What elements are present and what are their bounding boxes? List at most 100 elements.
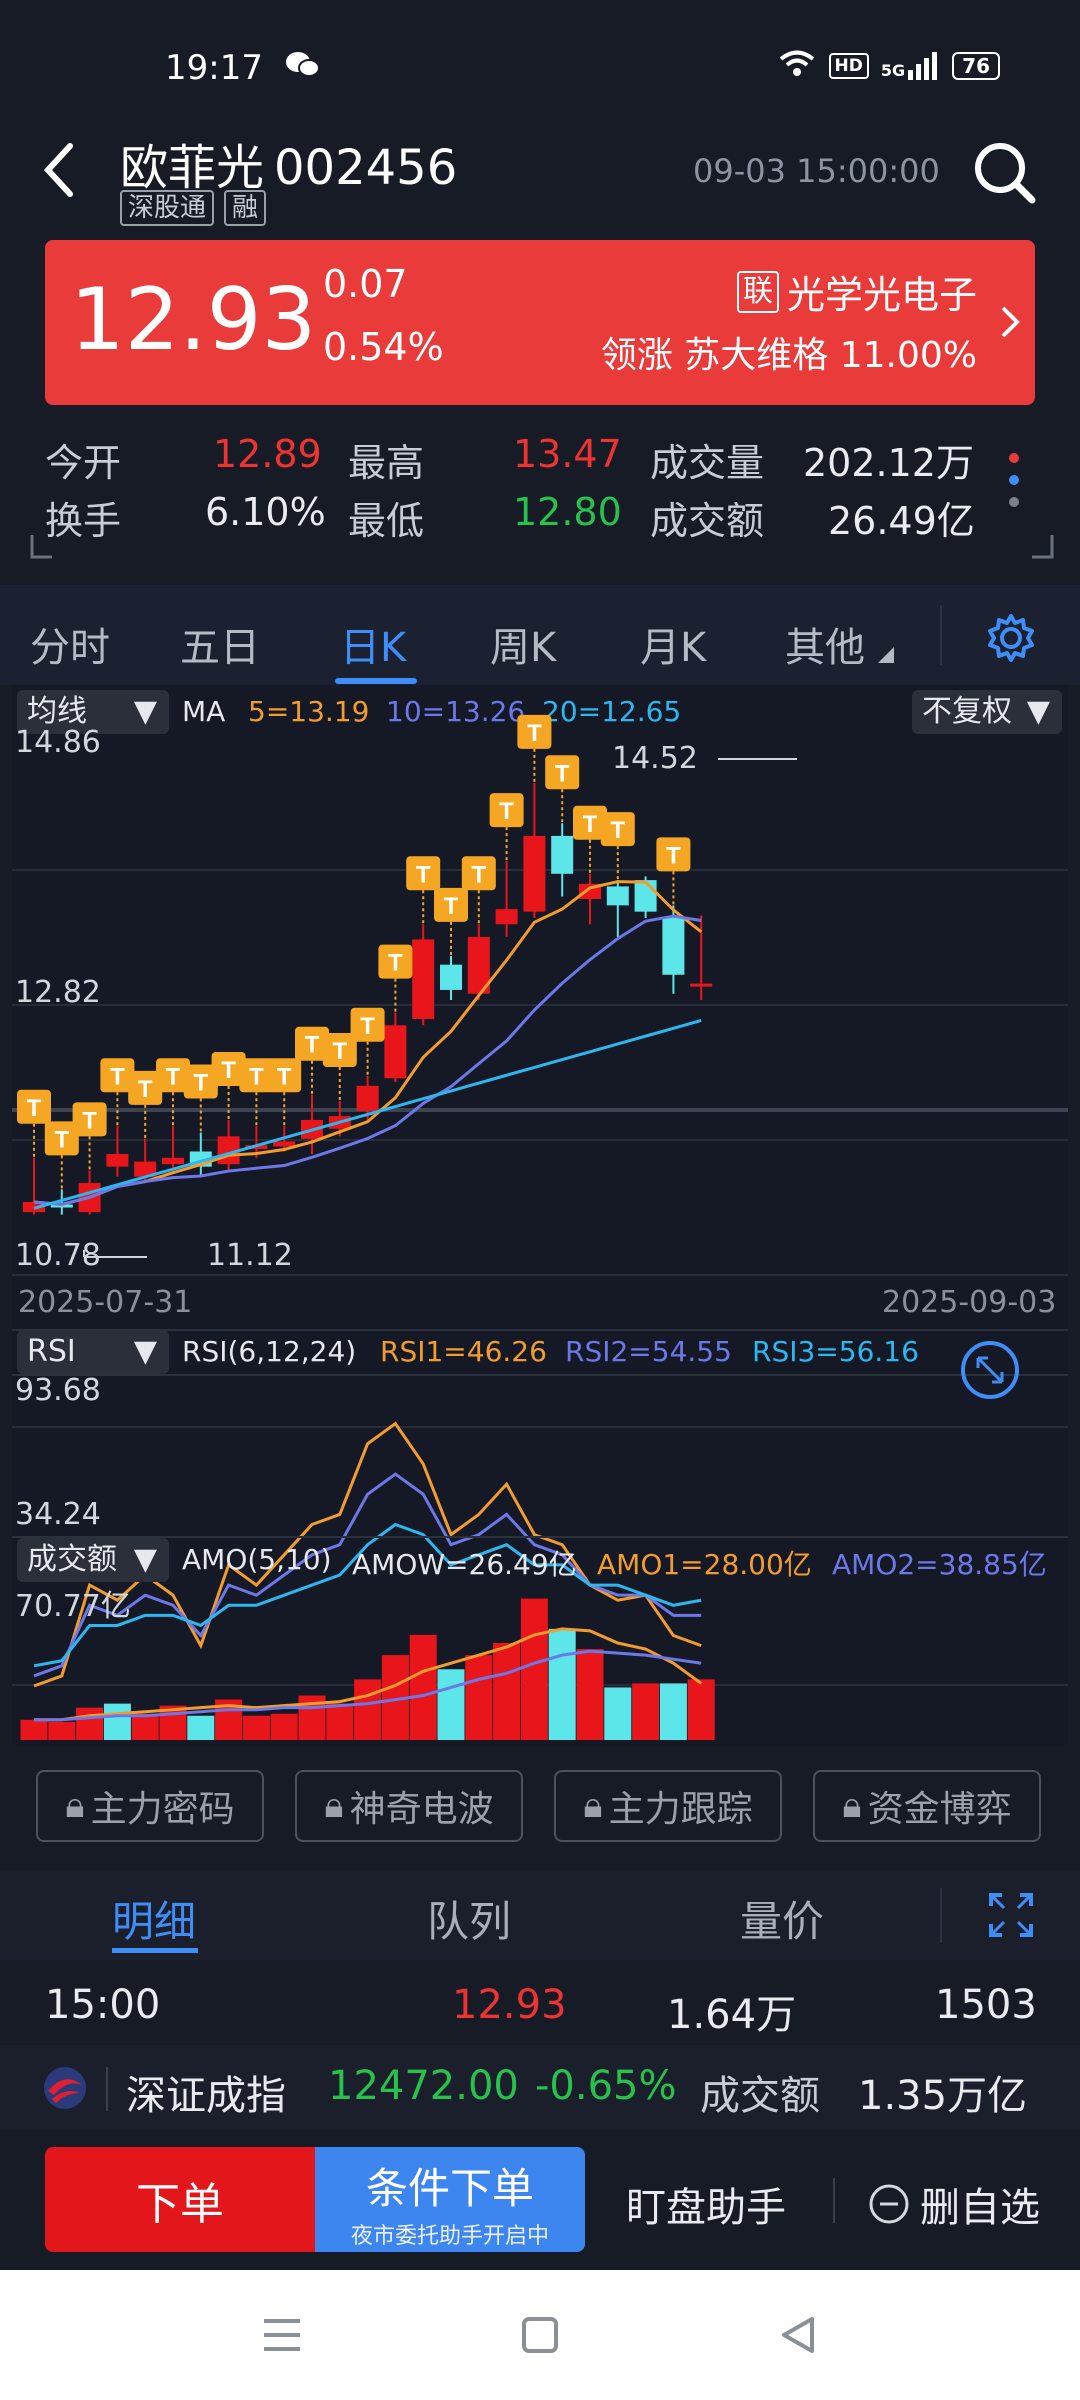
- home-icon[interactable]: [520, 2315, 560, 2359]
- amo-bar: [465, 1655, 493, 1740]
- hd-badge: HD: [828, 52, 869, 79]
- t-marker-label: T: [610, 817, 625, 844]
- candlestick: [384, 1025, 407, 1079]
- stat-label-high: 最高: [348, 441, 425, 485]
- active-detail-underline: [112, 1948, 198, 1953]
- conditional-order-button[interactable]: 条件下单 夜市委托助手开启中: [315, 2147, 585, 2252]
- fullscreen-icon[interactable]: [988, 1892, 1034, 1942]
- rsi3-value: RSI3=56.16: [752, 1335, 919, 1368]
- candlestick: [606, 886, 629, 906]
- t-marker-label: T: [416, 861, 431, 888]
- candlestick: [634, 880, 657, 912]
- lock-icon: 🔒︎: [65, 1785, 85, 1826]
- tab-fenshi[interactable]: 分时: [30, 615, 110, 673]
- t-marker-label: T: [166, 1063, 181, 1090]
- amo-bar: [520, 1598, 548, 1740]
- t-marker-label: T: [305, 1032, 320, 1059]
- index-name: 深证成指: [126, 2073, 286, 2119]
- stock-name: 欧菲光: [120, 140, 265, 196]
- back-nav-icon[interactable]: [778, 2315, 818, 2359]
- amo-bar: [576, 1649, 604, 1740]
- back-icon[interactable]: [40, 140, 80, 204]
- order-button[interactable]: 下单: [45, 2147, 315, 2252]
- rsi-indicator-select[interactable]: RSI ▼: [17, 1330, 169, 1374]
- amo1-value: AMO1=28.00亿: [597, 1548, 812, 1581]
- rsi-axis-top: 93.68: [15, 1373, 101, 1408]
- tab-mingxi[interactable]: 明细: [112, 1888, 196, 1949]
- remove-watchlist-button[interactable]: 删自选: [868, 2175, 1040, 2233]
- period-tabs: 分时 五日 日K 周K 月K 其他: [0, 585, 1080, 685]
- t-marker-label: T: [138, 1076, 153, 1103]
- rsi-axis-bottom: 34.24: [15, 1497, 101, 1532]
- price-banner[interactable]: 12.93 0.07 0.54% 联光学光电子 领涨 苏大维格 11.00%: [45, 240, 1035, 405]
- trade-time: 15:00: [45, 1982, 161, 2028]
- tab-yuek[interactable]: 月K: [640, 615, 706, 673]
- amo-bar: [604, 1687, 632, 1740]
- menu-icon[interactable]: [262, 2315, 302, 2359]
- watch-assistant-button[interactable]: 盯盘助手: [626, 2175, 786, 2233]
- sector-tag: 联: [736, 270, 779, 313]
- amow-value: AMOW=26.49亿: [352, 1548, 577, 1581]
- tag-shenggutong[interactable]: 深股通: [120, 190, 215, 226]
- trade-detail-row: 15:00 12.93 1.64万 1503: [0, 1960, 1080, 2045]
- amo-bar: [659, 1683, 687, 1740]
- price-axis-top: 14.86: [15, 725, 101, 760]
- tab-other[interactable]: 其他: [785, 615, 865, 673]
- battery-icon: 76: [952, 51, 1000, 80]
- t-marker-label: T: [249, 1063, 264, 1090]
- wechat-icon: [285, 50, 321, 84]
- kline-chart-area[interactable]: 均线 ▼ MA 5=13.19 10=13.26 20=12.65 不复权 ▼ TT…: [12, 685, 1068, 1745]
- detail-tabs: 明细 队列 量价: [0, 1870, 1080, 1960]
- rsi2-value: RSI2=54.55: [565, 1335, 732, 1368]
- tab-liangjia[interactable]: 量价: [740, 1888, 824, 1949]
- expand-diagonal-icon[interactable]: [960, 1340, 1020, 1404]
- chevron-right-icon[interactable]: [999, 302, 1021, 346]
- stat-value-high: 13.47: [513, 432, 622, 476]
- active-tab-underline: [335, 678, 417, 684]
- t-marker-label: T: [277, 1063, 292, 1090]
- candlestick: [162, 1157, 184, 1165]
- amo-bar: [103, 1703, 131, 1740]
- amo-bar: [632, 1683, 660, 1740]
- remove-watchlist-label: 删自选: [920, 2185, 1040, 2231]
- amo-params: AMO(5,10): [182, 1543, 332, 1576]
- amo-bar: [354, 1679, 382, 1740]
- candlestick: [662, 917, 685, 975]
- sector-link[interactable]: 联光学光电子: [736, 264, 977, 319]
- tag-rong[interactable]: 融: [224, 190, 267, 226]
- tab-duilie[interactable]: 队列: [427, 1888, 511, 1949]
- t-marker-label: T: [666, 842, 681, 869]
- tab-wuri[interactable]: 五日: [180, 615, 260, 673]
- signal-icon: 5G: [881, 51, 940, 80]
- amo-indicator-select[interactable]: 成交额 ▼: [17, 1538, 169, 1582]
- stat-value-open: 12.89: [213, 432, 322, 476]
- tool-zhuli-mima[interactable]: 🔒︎ 主力密码: [36, 1770, 264, 1842]
- t-marker-label: T: [444, 893, 459, 920]
- amo-axis-top: 70.77亿: [15, 1589, 131, 1624]
- tab-rik[interactable]: 日K: [340, 615, 406, 673]
- rsi-params: RSI(6,12,24): [182, 1335, 357, 1368]
- t-marker-label: T: [388, 950, 403, 977]
- tool-zhuli-genzong[interactable]: 🔒︎ 主力跟踪: [554, 1770, 782, 1842]
- stat-label-volume: 成交量: [650, 441, 765, 485]
- last-price: 12.93: [70, 270, 317, 370]
- more-dots-icon[interactable]: [1007, 448, 1021, 527]
- tool-shenqi-diangbo[interactable]: 🔒︎ 神奇电波: [295, 1770, 523, 1842]
- price-change: 0.07: [323, 262, 408, 306]
- stat-value-low: 12.80: [513, 490, 622, 534]
- trade-count: 1503: [935, 1982, 1037, 2028]
- t-marker-label: T: [54, 1126, 69, 1153]
- tool-zijin-boyi[interactable]: 🔒︎ 资金博弈: [813, 1770, 1041, 1842]
- high-price-label: 14.52: [612, 741, 698, 776]
- candlestick: [523, 835, 546, 912]
- kline-svg: TTTT T T T T T TT TTTTTTTTTT TT: [12, 714, 1068, 1740]
- index-change: -0.65%: [535, 2063, 677, 2109]
- tab-zhouk[interactable]: 周K: [490, 615, 556, 673]
- gear-icon[interactable]: [986, 613, 1036, 667]
- stock-title: 欧菲光 002456: [120, 128, 457, 198]
- t-marker-label: T: [499, 798, 514, 825]
- search-icon[interactable]: [972, 140, 1038, 210]
- candlestick: [551, 835, 574, 874]
- amo-bar: [20, 1719, 48, 1740]
- index-ticker[interactable]: 深证成指 12472.00 -0.65% 成交额 1.35万亿: [0, 2045, 1080, 2130]
